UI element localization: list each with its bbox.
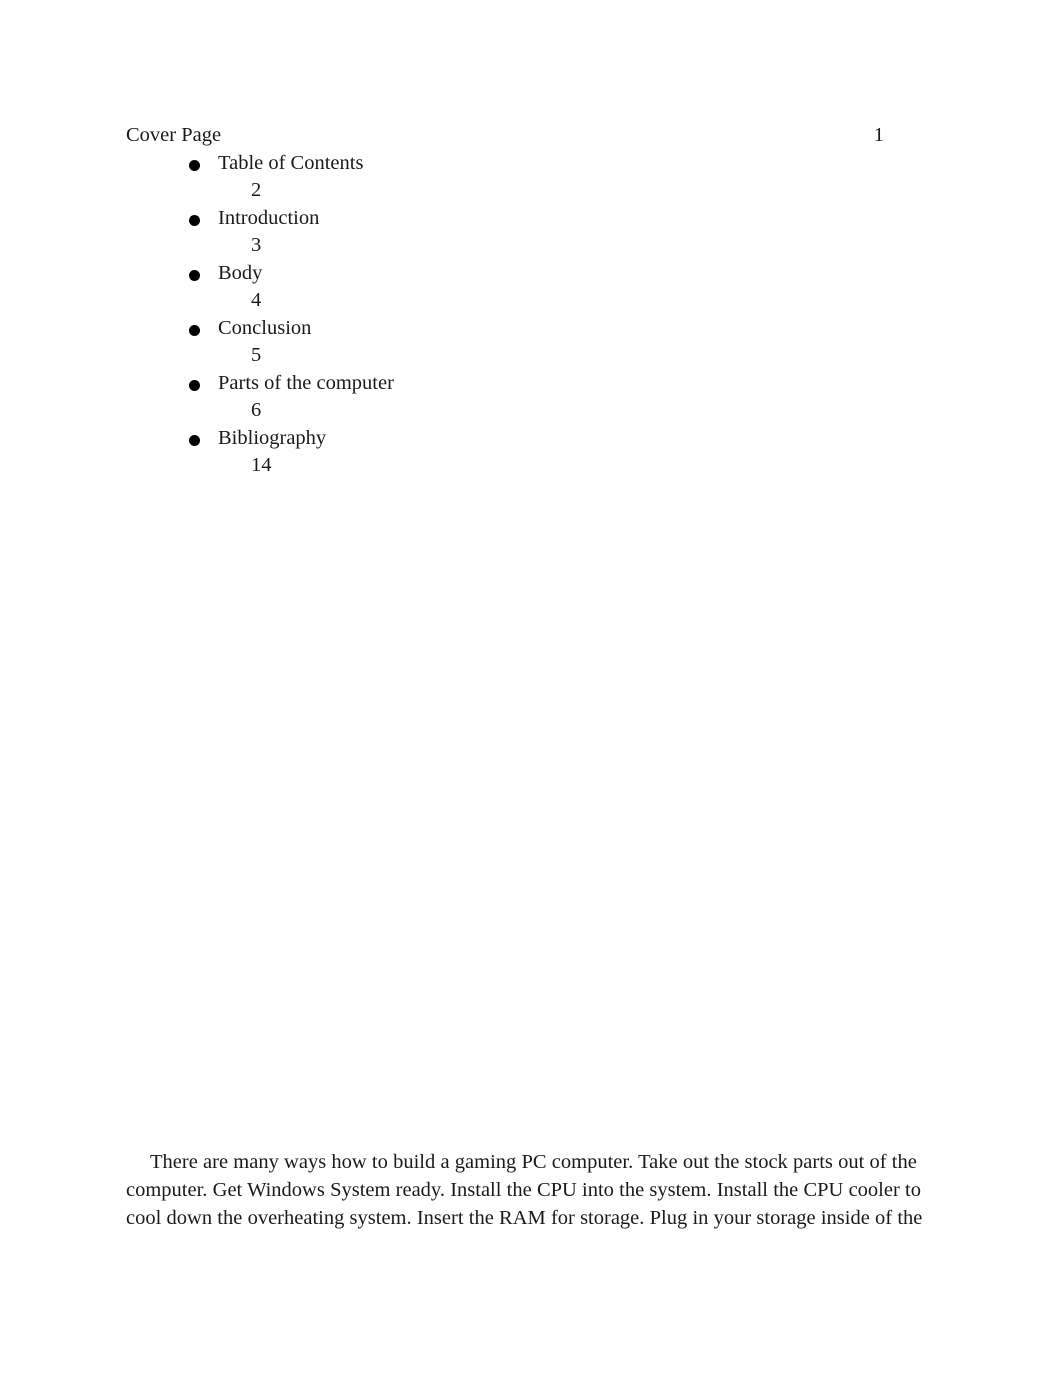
toc-entry-label: Introduction xyxy=(218,206,320,229)
toc-label-row: Parts of the computer xyxy=(126,370,936,398)
toc-entry: Bibliography 14 xyxy=(126,425,936,480)
toc-entry: Table of Contents 2 xyxy=(126,150,936,205)
toc-entry: Introduction 3 xyxy=(126,205,936,260)
toc-entry: Body 4 xyxy=(126,260,936,315)
toc-label-row: Body xyxy=(126,260,936,288)
toc-entry-page-number: 4 xyxy=(251,289,262,311)
bullet-icon xyxy=(189,434,200,446)
toc-entry-label: Bibliography xyxy=(218,426,327,449)
toc-entry: Parts of the computer 6 xyxy=(126,370,936,425)
toc-entry-page-number: 2 xyxy=(251,179,262,201)
toc-label-row: Introduction xyxy=(126,205,936,233)
toc-entry: Conclusion 5 xyxy=(126,315,936,370)
bullet-icon xyxy=(189,214,200,226)
toc-entry-page-number: 5 xyxy=(251,344,262,366)
toc-entry-page-number: 3 xyxy=(251,234,262,256)
table-of-contents-list: Table of Contents 2 Introduction 3 Body … xyxy=(126,150,936,480)
page-content: Cover Page 1 Table of Contents 2 Introdu… xyxy=(126,122,936,480)
page-title: Cover Page xyxy=(126,124,222,146)
toc-label-row: Conclusion xyxy=(126,315,936,343)
document-header: Cover Page 1 xyxy=(126,122,936,150)
toc-entry-page-number: 6 xyxy=(251,399,262,421)
toc-entry-label: Conclusion xyxy=(218,316,312,339)
document-page: Cover Page 1 Table of Contents 2 Introdu… xyxy=(0,0,1062,1376)
toc-entry-page-number: 14 xyxy=(251,454,272,476)
bullet-icon xyxy=(189,159,200,171)
body-text-block: There are many ways how to build a gamin… xyxy=(126,1148,938,1232)
toc-entry-label: Parts of the computer xyxy=(218,371,394,394)
toc-label-row: Table of Contents xyxy=(126,150,936,178)
header-page-number: 1 xyxy=(873,124,884,146)
bullet-icon xyxy=(189,379,200,391)
bullet-icon xyxy=(189,324,200,336)
toc-entry-label: Table of Contents xyxy=(218,151,364,174)
toc-entry-label: Body xyxy=(218,261,263,284)
bullet-icon xyxy=(189,269,200,281)
body-paragraph: There are many ways how to build a gamin… xyxy=(126,1151,923,1229)
toc-label-row: Bibliography xyxy=(126,425,936,453)
